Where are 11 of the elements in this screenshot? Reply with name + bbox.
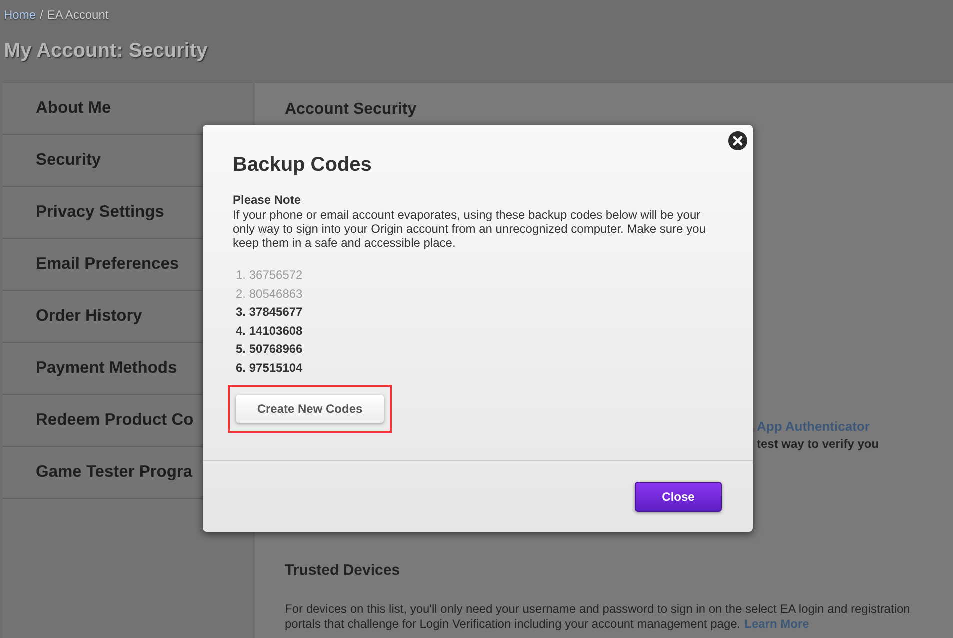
- create-codes-button[interactable]: Create New Codes: [236, 395, 384, 423]
- breadcrumb-separator: /: [40, 8, 44, 22]
- section-text: For devices on this list, you'll only need your username and password to sign in on the select EA login and registration portals that challenge for Login Verification including your account management page. Learn More: [285, 602, 912, 632]
- section-title: Trusted Devices: [285, 562, 402, 579]
- section-title: Account Security: [285, 101, 418, 119]
- close-button[interactable]: Close: [635, 482, 722, 512]
- breadcrumb-current: EA Account: [47, 8, 109, 22]
- authenticator-text: test way to verify you: [757, 437, 880, 451]
- page-title: My Account: Security: [4, 40, 209, 63]
- home-link[interactable]: Home: [4, 8, 36, 22]
- close-icon[interactable]: [728, 131, 748, 151]
